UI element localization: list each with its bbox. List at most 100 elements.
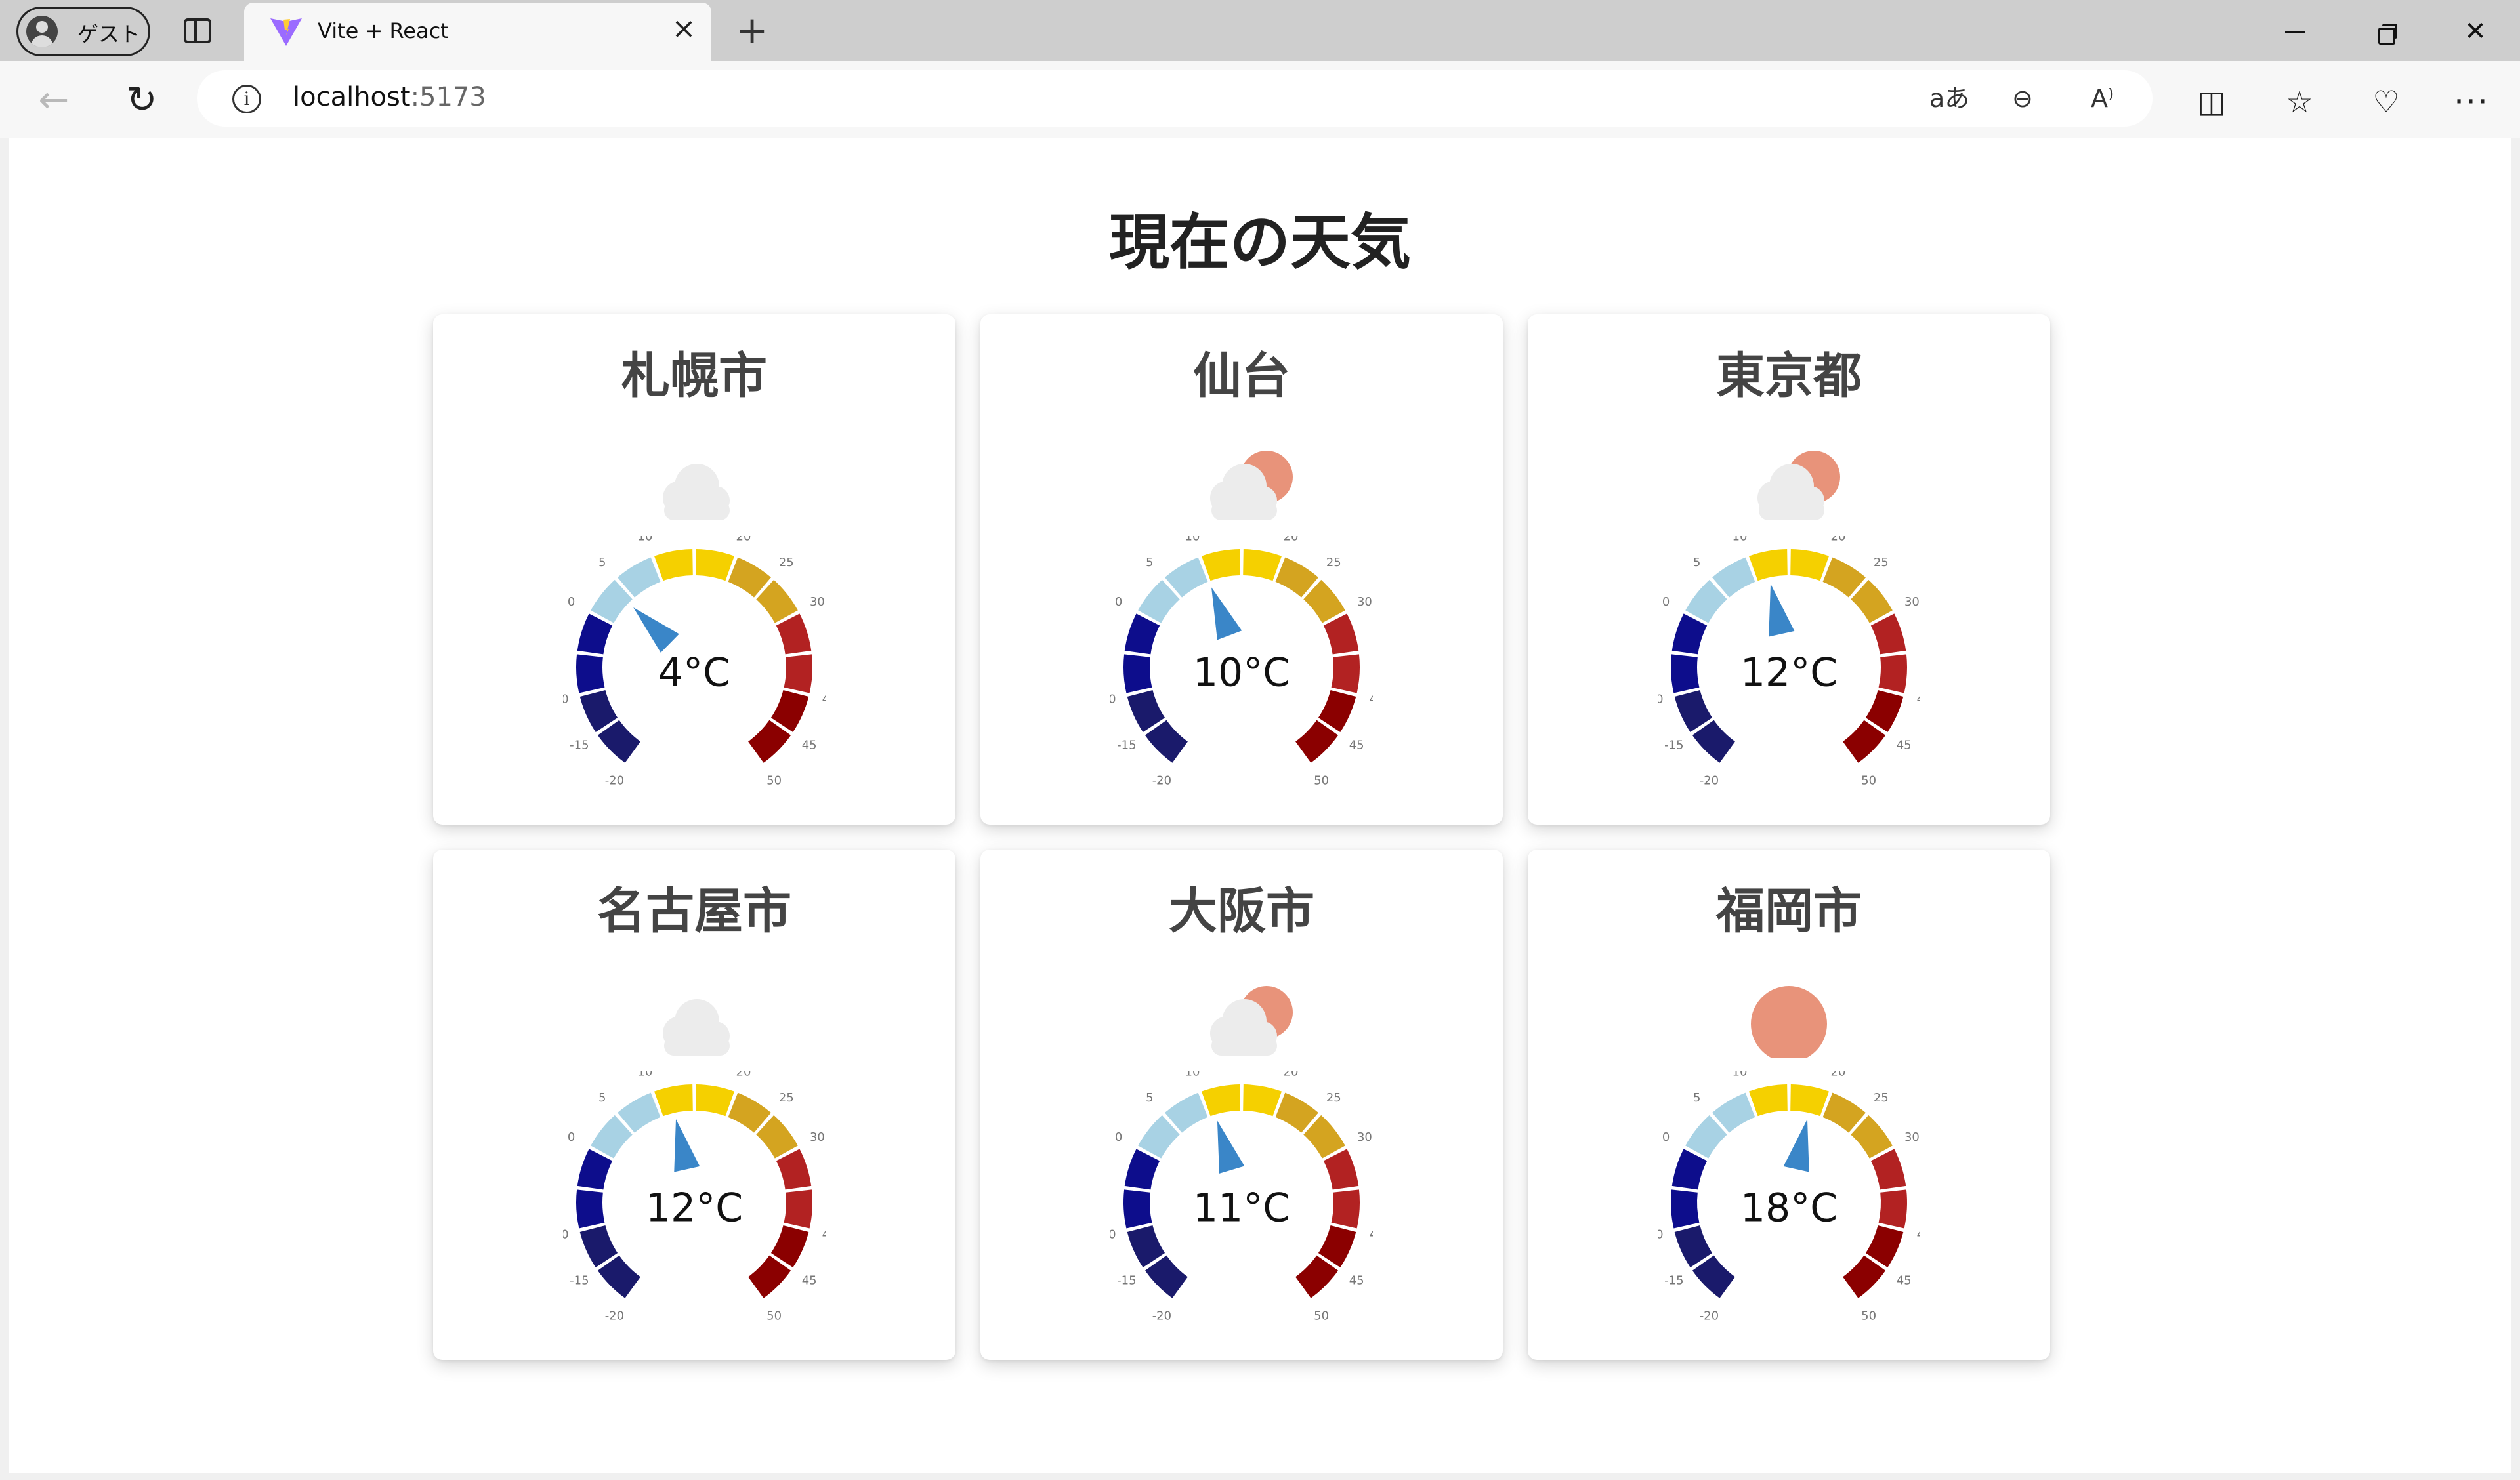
zoom-out-icon[interactable]: ⊖ xyxy=(2012,82,2033,115)
gauge-tick-label: 50 xyxy=(1861,1309,1876,1323)
city-name: 仙台 xyxy=(1193,348,1290,404)
gauge-segment xyxy=(1201,1084,1240,1117)
gauge-segment xyxy=(576,1189,605,1229)
weather-card: 札幌市 -20-15-10-5051015202530354045504°C xyxy=(433,314,956,825)
gauge-tick-label: 10 xyxy=(1185,536,1200,544)
gauge-segment xyxy=(1124,613,1160,655)
gauge-tick-label: 10 xyxy=(1732,1071,1748,1079)
gauge-tick-label: 0 xyxy=(1662,1130,1670,1144)
back-arrow-icon[interactable]: ← xyxy=(33,79,75,121)
weather-icon xyxy=(663,464,730,520)
gauge-segment xyxy=(776,1149,812,1190)
minimize-button[interactable] xyxy=(2275,12,2314,51)
sun-shape xyxy=(1751,986,1827,1058)
browser-essentials-icon[interactable]: ♡ xyxy=(2366,83,2406,120)
gauge-tick-label: -10 xyxy=(1658,693,1664,707)
gauge-segment xyxy=(1790,549,1830,581)
gauge-tick-label: 20 xyxy=(1831,1071,1846,1079)
close-tab-icon[interactable]: × xyxy=(669,14,698,43)
gauge-tick-label: 30 xyxy=(1904,595,1920,609)
city-name: 札幌市 xyxy=(621,348,767,404)
temperature-gauge: -20-15-10-50510152025303540455018°C xyxy=(1658,1071,1920,1323)
favorites-icon[interactable]: ☆ xyxy=(2280,83,2319,120)
gauge-tick-label: -20 xyxy=(1700,774,1719,788)
city-name: 名古屋市 xyxy=(597,883,791,939)
weather-card: 東京都 -20-15-10-50510152025303540455012°C xyxy=(1528,314,2050,825)
gauge-tick-label: 40 xyxy=(1370,1228,1373,1242)
gauge-tick-label: 30 xyxy=(1904,1130,1920,1144)
gauge-segment xyxy=(784,1189,812,1229)
gauge-tick-label: 30 xyxy=(810,595,825,609)
gauge-tick-label: -10 xyxy=(563,693,569,707)
gauge-needle xyxy=(674,1119,700,1172)
gauge-tick-label: 20 xyxy=(1831,536,1846,544)
gauge-tick-label: 5 xyxy=(1693,1091,1700,1105)
gauge-segment xyxy=(1671,654,1700,693)
gauge-tick-label: 40 xyxy=(1917,1228,1920,1242)
gauge-tick-label: 25 xyxy=(1874,556,1889,569)
address-bar[interactable]: i localhost:5173 aあ ⊖ A⁾ xyxy=(197,70,2152,127)
page-content: 現在の天気 札幌市 -20-15-10-50510152025303540455… xyxy=(9,138,2511,1473)
gauge-segment xyxy=(1790,1084,1830,1117)
gauge-segment xyxy=(784,654,812,693)
gauge-tick-label: 5 xyxy=(598,556,606,569)
gauge-tick-label: -20 xyxy=(1700,1309,1719,1323)
gauge-tick-label: 35 xyxy=(825,643,826,657)
split-screen-icon[interactable]: ◫ xyxy=(2192,83,2231,120)
gauge-tick-label: 0 xyxy=(568,595,575,609)
gauge-segment xyxy=(1243,1084,1282,1117)
gauge-tick-label: -15 xyxy=(1117,738,1136,752)
tab-title: Vite + React xyxy=(318,18,449,43)
gauge-tick-label: 35 xyxy=(825,1178,826,1192)
restore-button[interactable] xyxy=(2365,12,2404,51)
gauge-tick-label: 20 xyxy=(736,536,751,544)
weather-icon xyxy=(1210,986,1293,1056)
gauge-tick-label: -15 xyxy=(1664,738,1683,752)
gauge-tick-label: -15 xyxy=(1117,1273,1136,1287)
more-options-icon[interactable]: ··· xyxy=(2452,83,2491,120)
weather-card: 福岡市 -20-15-10-50510152025303540455018°C xyxy=(1528,850,2050,1360)
city-name: 福岡市 xyxy=(1716,883,1862,939)
gauge-tick-label: 10 xyxy=(638,1071,653,1079)
browser-tab[interactable]: Vite + React × xyxy=(244,3,711,61)
gauge-tick-label: 40 xyxy=(1370,693,1373,707)
gauge-tick-label: 30 xyxy=(1357,1130,1372,1144)
tab-actions-icon[interactable] xyxy=(184,18,211,43)
read-aloud-icon[interactable]: A⁾ xyxy=(2091,82,2114,115)
gauge-segment xyxy=(1878,654,1907,693)
profile-button[interactable]: ゲスト xyxy=(16,7,150,56)
gauge-tick-label: 5 xyxy=(1146,1091,1153,1105)
gauge-tick-label: 20 xyxy=(736,1071,751,1079)
gauge-needle xyxy=(1783,1119,1809,1172)
gauge-segment xyxy=(654,1084,693,1117)
site-info-icon[interactable]: i xyxy=(232,85,261,113)
gauge-tick-label: -20 xyxy=(1152,1309,1171,1323)
page-title: 現在の天気 xyxy=(1108,207,1411,278)
gauge-segment xyxy=(1323,1149,1359,1190)
gauge-segment xyxy=(1124,1149,1160,1190)
gauge-segment xyxy=(1870,613,1906,655)
window-close-button[interactable]: ✕ xyxy=(2456,12,2495,51)
gauge-tick-label: 35 xyxy=(1372,1178,1373,1192)
weather-icon xyxy=(1757,451,1840,520)
gauge-tick-label: 0 xyxy=(1115,595,1122,609)
translate-icon[interactable]: aあ xyxy=(1929,82,1969,115)
gauge-tick-label: 40 xyxy=(1917,693,1920,707)
gauge-tick-label: 45 xyxy=(1349,1273,1364,1287)
gauge-tick-label: -10 xyxy=(1110,693,1116,707)
vite-logo-icon xyxy=(270,18,302,46)
gauge-tick-label: 25 xyxy=(779,556,794,569)
gauge-needle xyxy=(1217,1120,1245,1174)
gauge-tick-label: 25 xyxy=(779,1091,794,1105)
weather-card: 仙台 -20-15-10-50510152025303540455010°C xyxy=(980,314,1503,825)
temperature-gauge: -20-15-10-50510152025303540455010°C xyxy=(1110,536,1373,788)
refresh-icon[interactable]: ↻ xyxy=(121,79,163,121)
temperature-value: 4°C xyxy=(658,650,730,696)
gauge-tick-label: 10 xyxy=(638,536,653,544)
new-tab-button[interactable]: + xyxy=(732,10,772,50)
temperature-gauge: -20-15-10-5051015202530354045504°C xyxy=(563,536,826,788)
avatar-icon xyxy=(26,16,58,47)
temperature-value: 12°C xyxy=(646,1185,743,1231)
temperature-value: 18°C xyxy=(1740,1185,1838,1231)
gauge-segment xyxy=(577,613,613,655)
